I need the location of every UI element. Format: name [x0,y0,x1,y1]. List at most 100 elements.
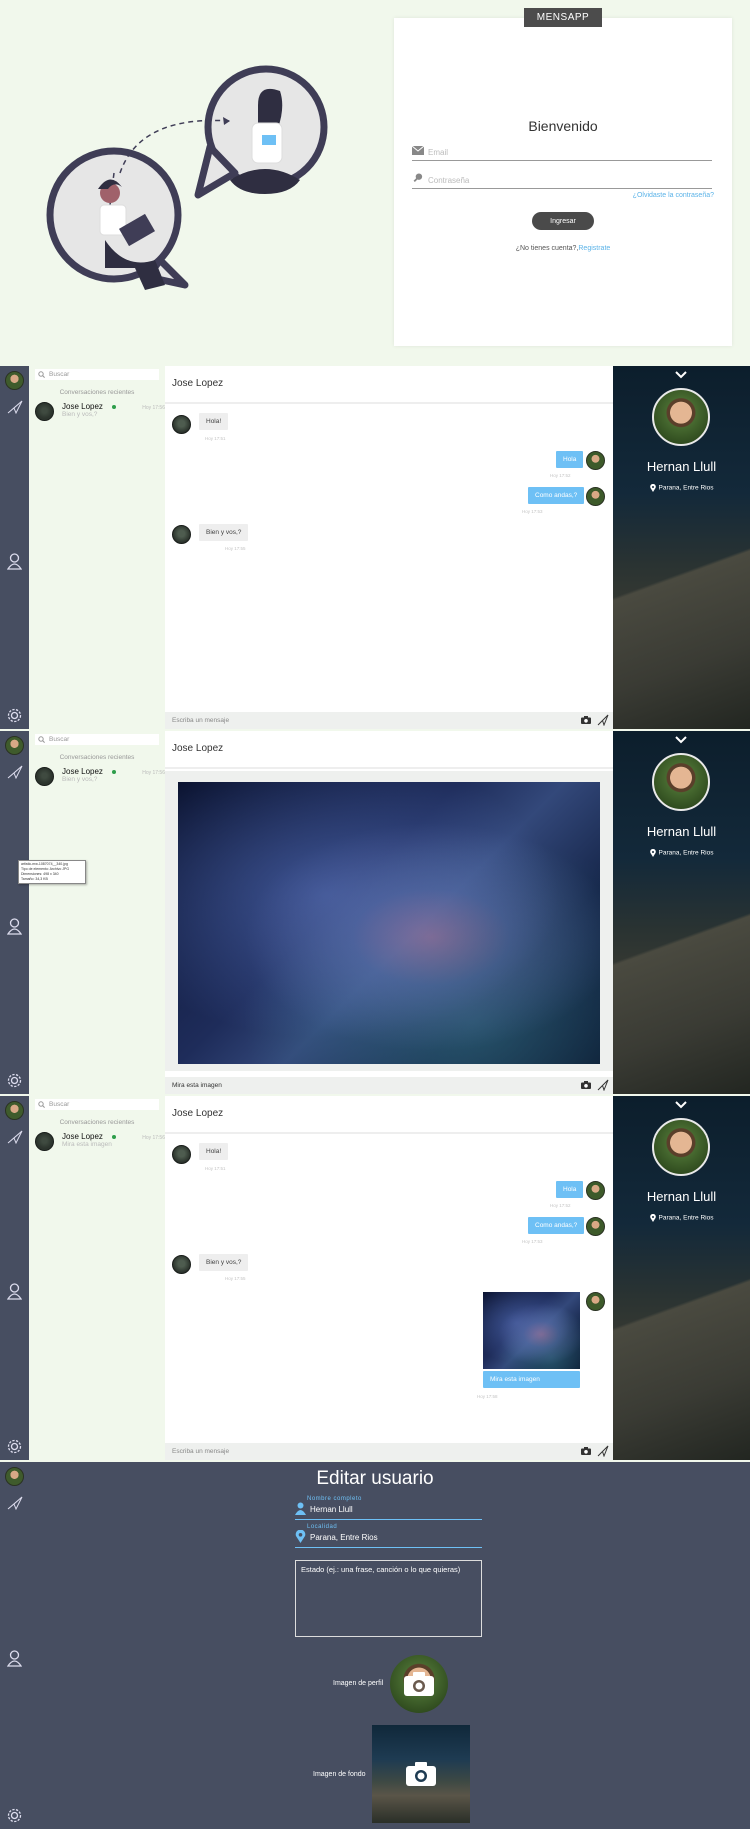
contact-avatar [35,402,54,421]
list-item[interactable]: Jose Lopez Bien y vos,? Hoy 17:56 [35,767,165,787]
search-input[interactable]: Buscar [35,734,159,745]
sidebar [0,731,29,1094]
fullname-value: Hernan Llull [310,1505,353,1514]
email-placeholder: Email [428,148,449,157]
camera-icon[interactable] [581,716,591,724]
recent-title: Conversaciones recientes [59,754,135,761]
background-image-upload[interactable] [372,1725,470,1823]
message-bubble: Como andas,? [528,1217,585,1234]
background-image [613,474,750,729]
forgot-password-link[interactable]: ¿Olvidaste la contraseña? [633,192,714,199]
gear-icon[interactable] [7,1073,22,1088]
conversation-time: Hoy 17:56 [142,405,165,411]
paper-plane-icon[interactable] [7,1496,23,1510]
chevron-down-icon[interactable] [675,371,687,379]
sidebar [0,366,29,729]
list-item[interactable]: Jose Lopez Bien y vos,? Hoy 17:56 [35,402,165,422]
contact-avatar [35,767,54,786]
composer-placeholder: Escriba un mensaje [172,717,230,724]
message-input[interactable]: Escriba un mensaje [165,1443,613,1460]
sent-image[interactable] [483,1292,580,1369]
chat-screen-2: Buscar Conversaciones recientes Jose Lop… [0,731,750,1094]
composer-placeholder: Escriba un mensaje [172,1448,230,1455]
message-bubble: Bien y vos,? [199,1254,249,1271]
gear-icon[interactable] [7,1808,22,1823]
camera-icon [404,1672,434,1696]
avatar[interactable] [5,371,24,390]
search-icon [38,736,45,743]
password-field[interactable]: Contraseña [412,173,712,189]
profile-name: Hernan Llull [646,1189,717,1204]
sidebar [0,1096,29,1460]
avatar[interactable] [5,1101,24,1120]
chat-header: Jose Lopez [165,1096,613,1134]
chevron-down-icon[interactable] [675,1101,687,1109]
chat-screen-1: Buscar Conversaciones recientes Jose Lop… [0,366,750,729]
profile-image-upload[interactable] [390,1655,448,1713]
message-bubble: Hola [556,451,584,468]
message-bubble: Como andas,? [528,487,585,504]
send-icon[interactable] [597,1445,609,1457]
email-field[interactable]: Email [412,145,712,161]
message-time: Hoy 17:55 [225,1276,246,1281]
search-icon [38,1101,45,1108]
location-pin-icon [295,1530,306,1543]
location-field[interactable]: Localidad Parana, Entre Rios [295,1524,482,1548]
message-time: Hoy 17:58 [477,1394,498,1399]
paper-plane-icon[interactable] [7,765,23,779]
recent-title: Conversaciones recientes [59,389,135,396]
search-input[interactable]: Buscar [35,1099,159,1110]
conversation-list: Buscar Conversaciones recientes Jose Lop… [29,366,165,729]
camera-icon[interactable] [581,1447,591,1455]
camera-icon[interactable] [581,1081,591,1089]
profile-location-text: Parana, Entre Rios [658,849,714,857]
search-input[interactable]: Buscar [35,369,159,380]
contact-name: Jose Lopez [62,1132,103,1141]
list-item[interactable]: Jose Lopez Mira esta imagen Hoy 17:56 [35,1132,165,1152]
register-prompt: ¿No tienes cuenta?,Registrate [394,245,732,252]
profile-panel: Hernan Llull Parana, Entre Rios [613,366,750,729]
message-time: Hoy 17:53 [522,509,543,514]
message-bubble: Hola! [199,1143,229,1160]
illustration [46,65,328,290]
contact-name: Jose Lopez [62,767,103,776]
file-tooltip: artistic-mw-1087074__340.jpg Tipo de ele… [18,860,86,884]
last-message-preview: Mira esta imagen [62,1141,112,1148]
welcome-title: Bienvenido [528,118,598,134]
chat-header: Jose Lopez [165,731,613,769]
user-icon[interactable] [7,1650,22,1667]
status-textarea[interactable]: Estado (ej.: una frase, canción o lo que… [295,1560,482,1637]
send-icon[interactable] [597,714,609,726]
profile-location: Parana, Entre Rios [613,484,750,492]
gear-icon[interactable] [7,1439,22,1454]
message-bubble: Mira esta imagen [483,1371,580,1388]
last-message-preview: Bien y vos,? [62,411,98,418]
user-avatar [586,1217,605,1236]
conversation-list: Buscar Conversaciones recientes Jose Lop… [29,1096,165,1460]
background-image [613,1205,750,1460]
fullname-field[interactable]: Nombre completo Hernan Llull [295,1496,482,1520]
message-input[interactable]: Escriba un mensaje [165,712,613,729]
message-bubble: Hola [556,1181,584,1198]
gear-icon[interactable] [7,708,22,723]
contact-name: Jose Lopez [62,402,103,411]
avatar[interactable] [5,736,24,755]
message-time: Hoy 17:52 [550,473,571,478]
contact-avatar [172,415,191,434]
paper-plane-icon[interactable] [7,400,23,414]
profile-location: Parana, Entre Rios [613,849,750,857]
chat-area: Jose Lopez Mira esta imagen [165,731,613,1094]
user-icon[interactable] [7,918,22,935]
profile-image-label: Imagen de perfil [333,1680,384,1687]
conversation-time: Hoy 17:56 [142,1135,165,1141]
chat-area: Jose Lopez Hola! Hoy 17:51 Hola Hoy 17:5… [165,1096,613,1460]
message-input[interactable]: Mira esta imagen [165,1077,613,1094]
profile-avatar [652,388,710,446]
chevron-down-icon[interactable] [675,736,687,744]
register-link[interactable]: Registrate [578,245,610,252]
login-button[interactable]: Ingresar [532,212,594,230]
user-icon[interactable] [7,553,22,570]
send-icon[interactable] [597,1079,609,1091]
paper-plane-icon[interactable] [7,1130,23,1144]
user-icon[interactable] [7,1283,22,1300]
